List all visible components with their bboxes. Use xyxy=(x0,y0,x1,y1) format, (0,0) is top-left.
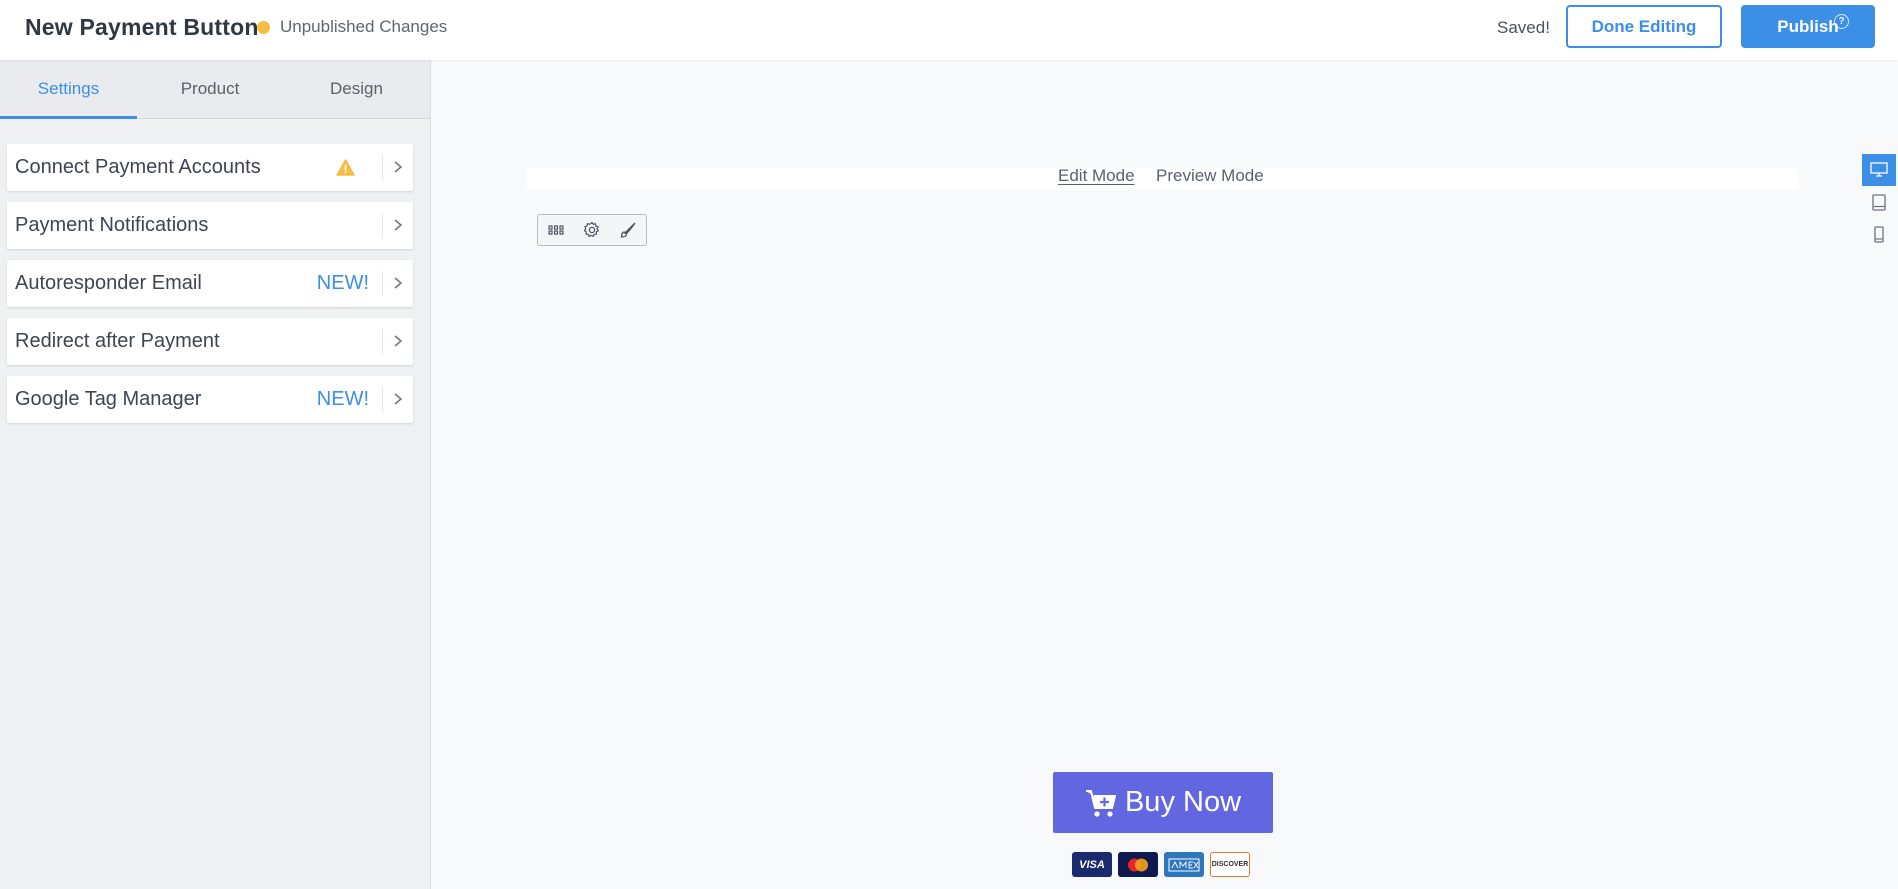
chevron-right-icon xyxy=(394,219,403,231)
buy-now-button[interactable]: Buy Now xyxy=(1053,772,1273,833)
status-text: Unpublished Changes xyxy=(280,17,448,36)
discover-logo: DISCOVER xyxy=(1210,852,1250,877)
page-title: New Payment Button xyxy=(25,14,259,40)
saved-indicator: Saved! xyxy=(1497,18,1550,37)
chevron-right-icon xyxy=(394,393,403,405)
chevron-right-icon xyxy=(394,335,403,347)
divider xyxy=(382,213,383,238)
new-badge: NEW! xyxy=(316,388,369,410)
sidebar-item-google-tag-manager[interactable]: Google Tag Manager NEW! xyxy=(7,376,413,423)
tab-settings[interactable]: Settings xyxy=(0,60,137,119)
cart-icon xyxy=(1085,789,1116,817)
divider xyxy=(382,155,383,180)
preview-mode-link[interactable]: Preview Mode xyxy=(1156,166,1264,186)
divider xyxy=(382,387,383,412)
publish-label: Publish xyxy=(1777,16,1839,36)
tab-design[interactable]: Design xyxy=(283,60,430,118)
sidebar-item-label: Payment Notifications xyxy=(15,214,209,236)
settings-sidebar: Settings Product Design Connect Payment … xyxy=(0,60,431,889)
grid-icon[interactable] xyxy=(538,215,574,245)
payment-card-logos: VISA DISCOVER xyxy=(1072,852,1250,877)
top-bar: New Payment Button Unpublished Changes S… xyxy=(0,0,1898,60)
sidebar-item-label: Redirect after Payment xyxy=(15,330,220,352)
publish-button[interactable]: Publish ? xyxy=(1741,5,1875,48)
divider xyxy=(382,271,383,296)
sidebar-item-label: Connect Payment Accounts xyxy=(15,156,261,178)
edit-mode-link[interactable]: Edit Mode xyxy=(1058,166,1135,186)
chevron-right-icon xyxy=(394,161,403,173)
amex-logo xyxy=(1164,852,1204,877)
buy-now-label: Buy Now xyxy=(1124,786,1242,818)
warning-icon xyxy=(336,159,355,176)
help-icon[interactable]: ? xyxy=(1834,14,1849,29)
desktop-icon[interactable] xyxy=(1862,154,1896,186)
sidebar-item-label: Autoresponder Email xyxy=(15,272,202,294)
tablet-icon[interactable] xyxy=(1862,186,1896,218)
brush-icon[interactable] xyxy=(610,215,646,245)
sidebar-item-connect-payment-accounts[interactable]: Connect Payment Accounts xyxy=(7,144,413,191)
publish-status: Unpublished Changes xyxy=(257,17,447,37)
status-dot xyxy=(257,20,270,34)
sidebar-item-label: Google Tag Manager xyxy=(15,388,202,410)
mastercard-logo xyxy=(1118,852,1158,877)
chevron-right-icon xyxy=(394,277,403,289)
done-editing-button[interactable]: Done Editing xyxy=(1566,5,1722,48)
visa-logo: VISA xyxy=(1072,852,1112,877)
sidebar-item-payment-notifications[interactable]: Payment Notifications xyxy=(7,202,413,249)
new-badge: NEW! xyxy=(316,272,369,294)
mobile-icon[interactable] xyxy=(1862,218,1896,250)
element-toolbar xyxy=(537,214,647,246)
tab-product[interactable]: Product xyxy=(137,60,283,118)
sidebar-item-autoresponder-email[interactable]: Autoresponder Email NEW! xyxy=(7,260,413,307)
divider xyxy=(382,329,383,354)
sidebar-item-redirect-after-payment[interactable]: Redirect after Payment xyxy=(7,318,413,365)
device-switcher xyxy=(1862,154,1898,250)
sidebar-tabs: Settings Product Design xyxy=(0,60,430,119)
gear-icon[interactable] xyxy=(574,215,610,245)
